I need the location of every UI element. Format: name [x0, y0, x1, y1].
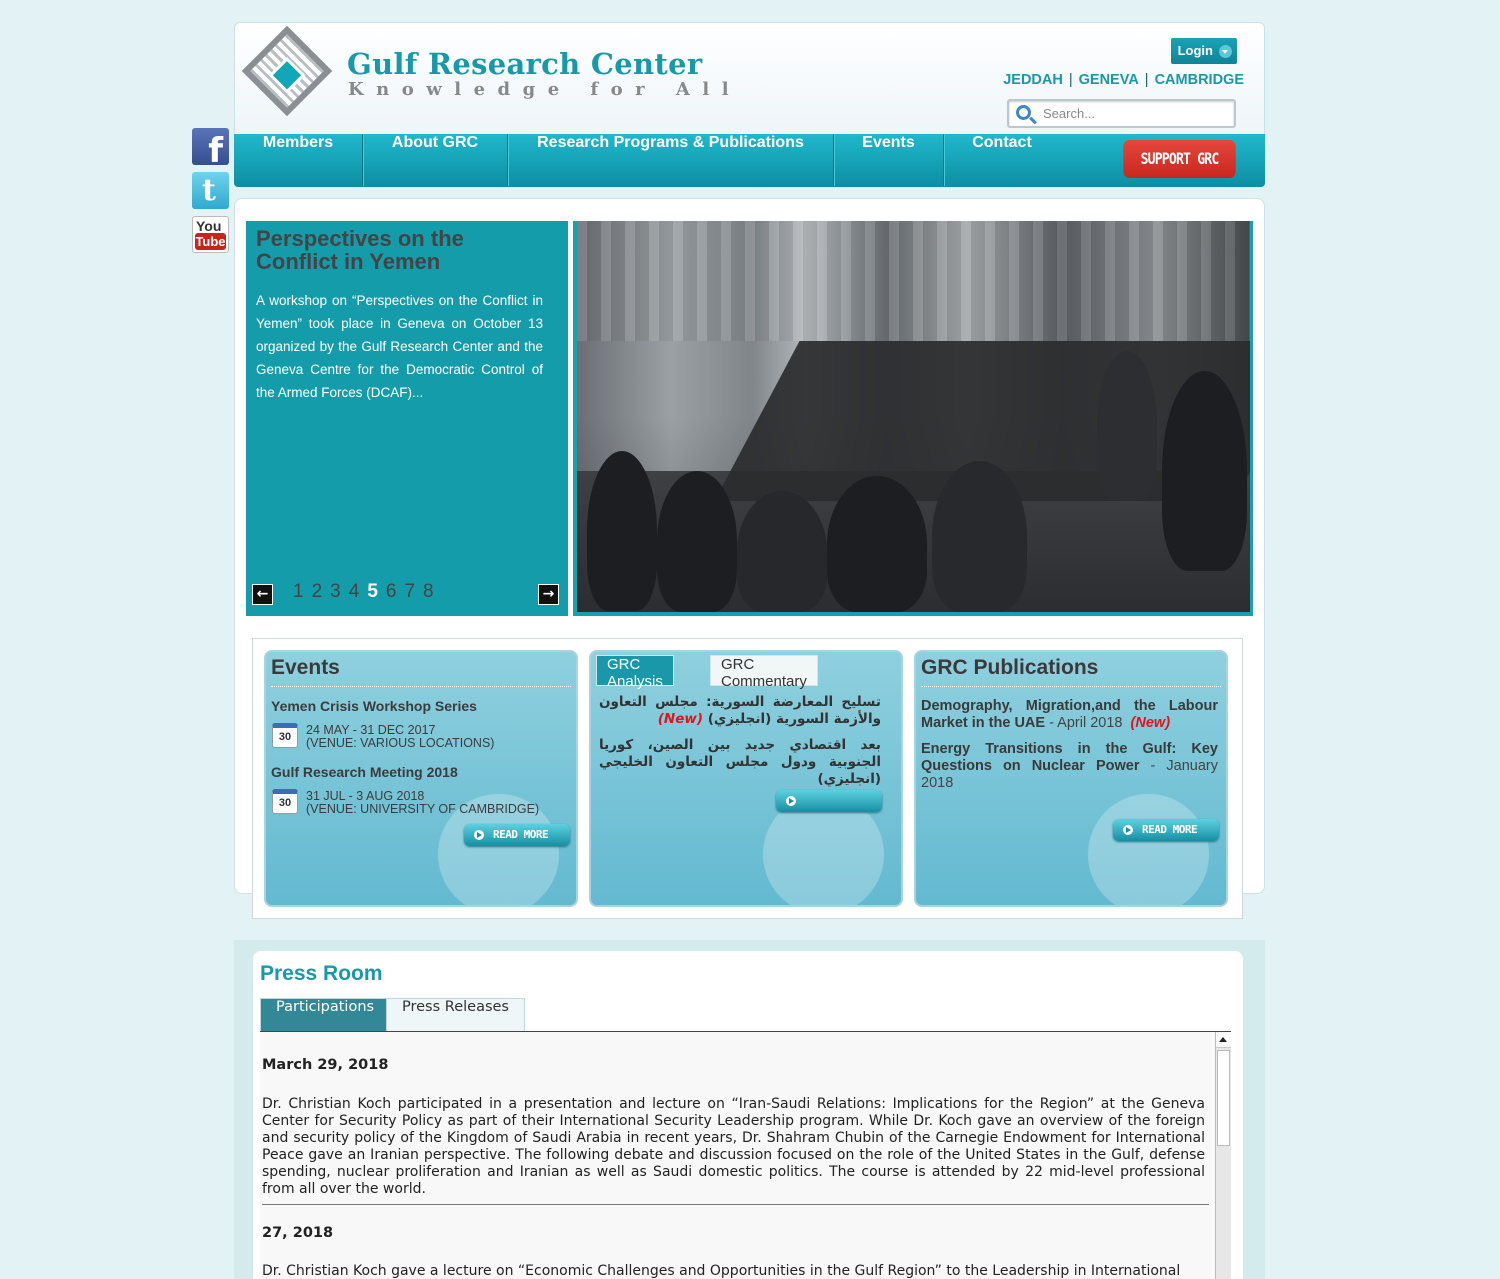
slider-title[interactable]: Perspectives on the Conflict in Yemen — [256, 227, 536, 273]
events-box: Events Yemen Crisis Workshop Series 30 2… — [264, 650, 578, 907]
slider-photo[interactable] — [577, 221, 1250, 612]
city-link-geneva[interactable]: GENEVA — [1079, 72, 1139, 88]
nav-item-research[interactable]: Research Programs & Publications — [508, 134, 833, 186]
social-links: f t You Tube — [192, 128, 229, 260]
read-more-label: READ MORE — [1142, 823, 1198, 836]
slider-caption: Perspectives on the Conflict in Yemen A … — [246, 221, 568, 616]
slider-page-2[interactable]: 2 — [312, 581, 323, 602]
events-title: Events — [271, 656, 340, 679]
login-button[interactable]: Login — [1170, 38, 1237, 64]
press-divider — [262, 1204, 1209, 1205]
event-venue-1: (VENUE: VARIOUS LOCATIONS) — [306, 736, 495, 750]
slider-page-3[interactable]: 3 — [330, 581, 341, 602]
youtube-icon[interactable]: You Tube — [192, 216, 229, 253]
logo-tagline: Knowledge for All — [348, 79, 742, 100]
press-content: March 29, 2018 Dr. Christian Koch partic… — [260, 1031, 1231, 1279]
tab-participations[interactable]: Participations — [260, 998, 391, 1032]
arrow-left-icon[interactable]: ← — [252, 584, 273, 605]
site-header: Gulf Research Center Knowledge for All L… — [234, 22, 1265, 135]
play-icon — [786, 796, 796, 806]
nav-item-about[interactable]: About GRC — [363, 134, 507, 186]
new-badge: (New) — [1130, 715, 1171, 731]
city-link-jeddah[interactable]: JEDDAH — [1003, 72, 1063, 88]
press-scrollbar[interactable] — [1215, 1032, 1231, 1279]
slider-pager: ← 12345678 → — [252, 581, 559, 609]
events-read-more-button[interactable]: READ MORE — [464, 824, 570, 846]
event-title-1[interactable]: Yemen Crisis Workshop Series — [271, 698, 477, 714]
analysis-item-1[interactable]: تسليح المعارضة السورية: مجلس التعاون وال… — [599, 694, 881, 728]
logo-icon[interactable] — [241, 25, 333, 117]
slider-image-frame — [573, 221, 1253, 616]
publication-date-1: - April 2018 — [1045, 715, 1123, 731]
slider-page-8[interactable]: 8 — [423, 581, 434, 602]
support-grc-button[interactable]: SUPPORT GRC — [1123, 140, 1236, 178]
search-input[interactable] — [1041, 104, 1226, 123]
scrollbar-thumb[interactable] — [1217, 1050, 1230, 1146]
analysis-read-more-button[interactable] — [776, 790, 882, 812]
nav-item-events[interactable]: Events — [834, 134, 943, 186]
analysis-item-1-text: تسليح المعارضة السورية: مجلس التعاون وال… — [599, 694, 881, 727]
search-box — [1007, 99, 1236, 128]
slider-page-numbers: 12345678 — [293, 581, 442, 603]
feature-boxes: Events Yemen Crisis Workshop Series 30 2… — [252, 638, 1243, 919]
main-nav: Members About GRC Research Programs & Pu… — [234, 134, 1265, 187]
analysis-box: GRC Analysis GRC Commentary تسليح المعار… — [589, 650, 903, 907]
facebook-icon[interactable]: f — [192, 128, 229, 165]
press-room: Press Room Participations Press Releases… — [253, 951, 1243, 1279]
press-entry-date-1: March 29, 2018 — [262, 1057, 389, 1073]
analysis-item-2[interactable]: بعد اقتصادي جديد بين الصين، كوريا الجنوب… — [599, 737, 881, 788]
press-room-title: Press Room — [260, 962, 383, 985]
slider-page-6[interactable]: 6 — [386, 581, 397, 602]
calendar-icon: 30 — [272, 723, 298, 748]
scroll-up-arrow-icon[interactable] — [1216, 1032, 1231, 1048]
press-entry-date-2: 27, 2018 — [262, 1225, 334, 1241]
twitter-icon[interactable]: t — [192, 172, 229, 209]
publications-title: GRC Publications — [921, 656, 1099, 679]
login-label: Login — [1177, 43, 1213, 58]
event-venue-2: (VENUE: UNIVERSITY OF CAMBRIDGE) — [306, 802, 540, 816]
play-icon — [474, 830, 484, 840]
search-icon[interactable] — [1016, 105, 1031, 120]
event-title-2[interactable]: Gulf Research Meeting 2018 — [271, 764, 458, 780]
read-more-label: READ MORE — [493, 828, 549, 841]
analysis-item-2-text: بعد اقتصادي جديد بين الصين، كوريا الجنوب… — [599, 737, 881, 787]
nav-item-members[interactable]: Members — [234, 134, 362, 186]
play-icon — [1123, 825, 1133, 835]
slider-page-5[interactable]: 5 — [367, 581, 378, 602]
city-link-cambridge[interactable]: CAMBRIDGE — [1155, 72, 1244, 88]
calendar-icon: 30 — [272, 789, 298, 814]
city-links: JEDDAH | GENEVA | CAMBRIDGE — [1003, 72, 1244, 88]
publications-read-more-button[interactable]: READ MORE — [1113, 819, 1219, 841]
slider-text: A workshop on “Perspectives on the Confl… — [256, 293, 543, 400]
publications-box: GRC Publications Demography, Migration,a… — [914, 650, 1228, 907]
arrow-right-icon[interactable]: → — [538, 584, 559, 605]
youtube-icon-label-top: You — [196, 218, 222, 234]
logo-title[interactable]: Gulf Research Center — [347, 47, 702, 81]
youtube-icon-label-bottom: Tube — [195, 233, 226, 250]
tab-grc-analysis[interactable]: GRC Analysis — [596, 655, 674, 690]
chevron-down-icon — [1219, 45, 1232, 58]
press-entry-text-1: Dr. Christian Koch participated in a pre… — [262, 1096, 1205, 1197]
press-entry-text-2: Dr. Christian Koch gave a lecture on “Ec… — [262, 1263, 1181, 1279]
slider-page-7[interactable]: 7 — [404, 581, 415, 602]
new-badge: (New) — [657, 711, 704, 727]
slider-page-1[interactable]: 1 — [293, 581, 304, 602]
publication-item-1[interactable]: Demography, Migration,and the Labour Mar… — [921, 698, 1218, 732]
tab-grc-commentary[interactable]: GRC Commentary — [710, 655, 818, 690]
slider-page-4[interactable]: 4 — [349, 581, 360, 602]
publication-item-2[interactable]: Energy Transitions in the Gulf: Key Ques… — [921, 741, 1218, 792]
tab-press-releases[interactable]: Press Releases — [386, 998, 525, 1032]
nav-item-contact[interactable]: Contact — [944, 134, 1060, 186]
